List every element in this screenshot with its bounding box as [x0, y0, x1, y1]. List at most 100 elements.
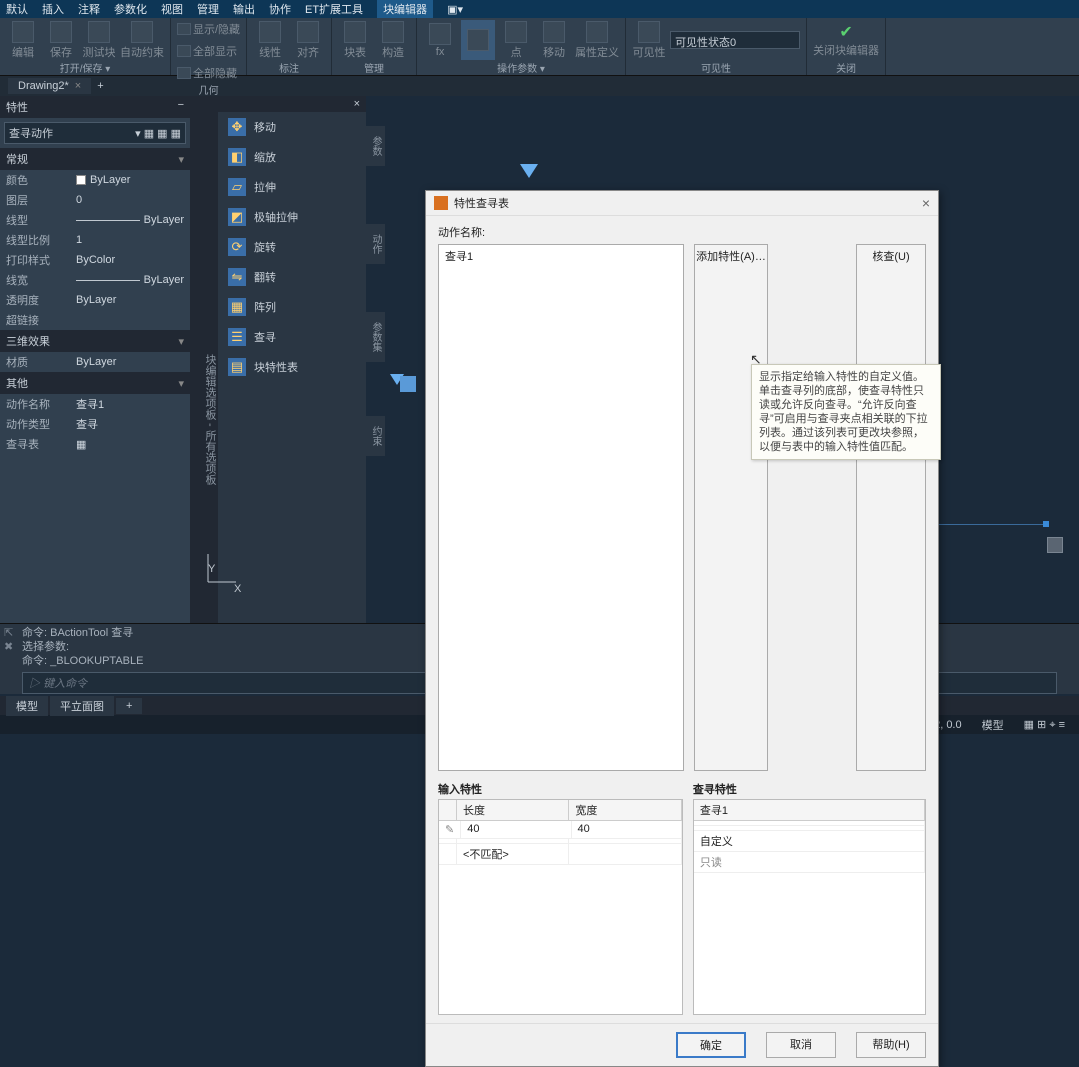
- pin-icon[interactable]: ⇱✖: [4, 626, 13, 654]
- menu-item[interactable]: 协作: [269, 1, 291, 17]
- ribbon-save-block[interactable]: 保存: [44, 20, 78, 60]
- cancel-button[interactable]: 取消: [766, 1032, 836, 1058]
- prop-value-transparency[interactable]: ByLayer: [76, 292, 184, 308]
- layout-tab-model[interactable]: 模型: [6, 696, 48, 716]
- palette-tab-constraints[interactable]: 约束: [366, 416, 385, 456]
- layout-tab[interactable]: 平立面图: [50, 696, 114, 716]
- menu-item-block-editor[interactable]: 块编辑器: [377, 0, 433, 18]
- ok-button[interactable]: 确定: [676, 1032, 746, 1058]
- palette-spine[interactable]: 块编辑选项板 - 所有选项板: [190, 96, 218, 623]
- prop-value-plotstyle[interactable]: ByColor: [76, 252, 184, 268]
- prop-value-ltscale[interactable]: 1: [76, 232, 184, 248]
- prop-label: 线宽: [6, 272, 76, 288]
- menu-item[interactable]: 管理: [197, 1, 219, 17]
- stretch-icon: ▱: [228, 178, 246, 196]
- prop-value-layer[interactable]: 0: [76, 192, 184, 208]
- menu-item[interactable]: 默认: [6, 1, 28, 17]
- action-stretch[interactable]: ▱拉伸: [218, 172, 366, 202]
- prop-value-material[interactable]: ByLayer: [76, 354, 184, 370]
- action-polar-stretch[interactable]: ◩极轴拉伸: [218, 202, 366, 232]
- prop-label: 图层: [6, 192, 76, 208]
- audit-button[interactable]: 核查(U): [856, 244, 926, 771]
- ribbon-auto-constrain[interactable]: 自动约束: [120, 20, 164, 60]
- ribbon-edit-block[interactable]: 编辑: [6, 20, 40, 60]
- ribbon-group-label: 管理: [338, 60, 410, 76]
- props-group-general[interactable]: 常规▾: [0, 148, 190, 170]
- lookup-table-dialog: 特性查寻表 × 动作名称: 查寻1 添加特性(A)… 核查(U) 输入特性 长度…: [425, 190, 939, 1067]
- scale-icon: ◧: [228, 148, 246, 166]
- status-mode[interactable]: 模型: [976, 717, 1010, 733]
- action-name-label: 动作名称:: [438, 224, 926, 240]
- ribbon-move[interactable]: 移动: [537, 20, 571, 60]
- ribbon-test-block[interactable]: 测试块: [82, 20, 116, 60]
- dialog-close-icon[interactable]: ×: [922, 195, 930, 211]
- prop-value-action-type[interactable]: 查寻: [76, 416, 184, 432]
- tooltip: 显示指定给输入特性的自定义值。单击查寻列的底部，使查寻特性只读或允许反向查寻。“…: [751, 364, 941, 460]
- close-icon[interactable]: ×: [75, 80, 81, 92]
- selection-type-dropdown[interactable]: 查寻动作▾ ▦ ▦ ▦: [4, 122, 186, 144]
- ribbon-align[interactable]: 对齐: [291, 20, 325, 60]
- viewcube-icon[interactable]: [1047, 537, 1063, 553]
- ribbon-close-editor[interactable]: ✔关闭块编辑器: [813, 20, 879, 60]
- ribbon-attrdef[interactable]: 属性定义: [575, 20, 619, 60]
- palette-tab-actions[interactable]: 动作: [366, 224, 385, 264]
- prop-value-color[interactable]: ByLayer: [76, 172, 184, 188]
- prop-value-linetype[interactable]: ByLayer: [76, 212, 184, 228]
- menu-item[interactable]: 插入: [42, 1, 64, 17]
- ribbon: 编辑 保存 测试块 自动约束 打开/保存 ▾ 显示/隐藏 全部显示 全部隐藏 几…: [0, 18, 1079, 76]
- action-array[interactable]: ▦阵列: [218, 292, 366, 322]
- menu-item[interactable]: 注释: [78, 1, 100, 17]
- visibility-state-combo[interactable]: 可见性状态0: [670, 31, 800, 49]
- ribbon-visibility[interactable]: 可见性: [632, 20, 666, 60]
- help-button[interactable]: 帮助(H): [856, 1032, 926, 1058]
- status-toggles[interactable]: ▦ ⊞ ⌖ ≡: [1018, 718, 1071, 732]
- ribbon-hide-all[interactable]: 全部隐藏: [177, 64, 237, 82]
- rotate-icon: ⟳: [228, 238, 246, 256]
- prop-value-lineweight[interactable]: ByLayer: [76, 272, 184, 288]
- prop-label: 查寻表: [6, 436, 76, 452]
- lookup-props-table[interactable]: 查寻1 自定义 只读: [693, 799, 926, 1015]
- ribbon-block-table[interactable]: 块表: [338, 20, 372, 60]
- ribbon-construct[interactable]: 构造: [376, 20, 410, 60]
- layout-tab-add[interactable]: +: [116, 698, 142, 714]
- menu-overflow-icon[interactable]: ▣▾: [447, 3, 463, 16]
- prop-label: 透明度: [6, 292, 76, 308]
- panel-close-icon[interactable]: −: [178, 99, 184, 115]
- menu-item[interactable]: ET扩展工具: [305, 1, 363, 17]
- palette-close-icon[interactable]: ×: [218, 96, 366, 112]
- ribbon-group-label: 可见性: [632, 60, 800, 76]
- ribbon-linear[interactable]: 线性: [253, 20, 287, 60]
- props-group-other[interactable]: 其他▾: [0, 372, 190, 394]
- add-properties-button[interactable]: 添加特性(A)…: [694, 244, 768, 771]
- action-name-input[interactable]: 查寻1: [438, 244, 684, 771]
- ribbon-show-hide[interactable]: 显示/隐藏: [177, 20, 240, 38]
- row-edit-icon[interactable]: ✎: [439, 821, 461, 838]
- properties-panel: 特性 − 查寻动作▾ ▦ ▦ ▦ 常规▾ 颜色ByLayer 图层0 线型ByL…: [0, 96, 190, 623]
- document-tab[interactable]: Drawing2* ×: [8, 78, 91, 94]
- action-move[interactable]: ✥移动: [218, 112, 366, 142]
- action-rotate[interactable]: ⟳旋转: [218, 232, 366, 262]
- action-scale[interactable]: ◧缩放: [218, 142, 366, 172]
- ribbon-block-authoring-palette[interactable]: [461, 20, 495, 60]
- prop-value-lookup-table[interactable]: ▦: [76, 436, 184, 452]
- props-group-3d[interactable]: 三维效果▾: [0, 330, 190, 352]
- new-tab-button[interactable]: +: [97, 80, 103, 92]
- action-block-props-table[interactable]: ▤块特性表: [218, 352, 366, 382]
- ribbon-point[interactable]: 点: [499, 20, 533, 60]
- menu-item[interactable]: 参数化: [114, 1, 147, 17]
- prop-value-hyperlink[interactable]: [76, 312, 184, 328]
- ribbon-show-all[interactable]: 全部显示: [177, 42, 237, 60]
- prop-value-action-name[interactable]: 查寻1: [76, 396, 184, 412]
- document-tab-bar: Drawing2* × +: [0, 76, 1079, 96]
- prop-label: 材质: [6, 354, 76, 370]
- ribbon-param-mgr[interactable]: fx: [423, 20, 457, 60]
- palette-tab-params[interactable]: 参数: [366, 126, 385, 166]
- menu-item[interactable]: 视图: [161, 1, 183, 17]
- input-props-table[interactable]: 长度宽度 ✎4040 <不匹配>: [438, 799, 683, 1015]
- palette-tab-param-sets[interactable]: 参数集: [366, 312, 385, 362]
- document-tab-name: Drawing2*: [18, 80, 69, 92]
- action-flip[interactable]: ⇋翻转: [218, 262, 366, 292]
- menu-item[interactable]: 输出: [233, 1, 255, 17]
- action-lookup[interactable]: ☰查寻: [218, 322, 366, 352]
- ribbon-group-label: 标注: [253, 60, 325, 76]
